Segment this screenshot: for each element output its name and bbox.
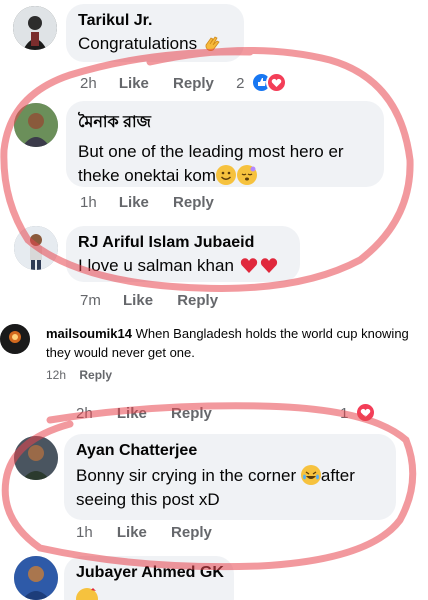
comment-bubble: Tarikul Jr. Congratulations [66, 4, 244, 62]
comment-time[interactable]: 2h [76, 405, 93, 422]
comment-time[interactable]: 2h [80, 75, 97, 92]
comment-text: When Bangladesh holds the world cup know… [132, 326, 409, 341]
comment-text: seeing this post xD [76, 490, 220, 509]
comment-time[interactable]: 1h [76, 524, 93, 541]
comment-text: after [320, 466, 355, 485]
comment-text: they would never get one. [46, 345, 195, 360]
avatar[interactable] [14, 436, 58, 480]
comment-author[interactable]: মৈনাক রাজ [78, 109, 372, 136]
like-button[interactable]: Like [119, 75, 149, 92]
smiling-face-icon [76, 588, 98, 600]
comment-text: I love u salman khan [78, 256, 234, 275]
heart-icon [354, 402, 376, 423]
reply-button[interactable]: Reply [79, 368, 112, 382]
comment-jubayer: Jubayer Ahmed GK [0, 552, 428, 600]
reply-button[interactable]: Reply [171, 524, 212, 541]
comment-text: Bonny sir crying in the corner [76, 466, 297, 485]
clapping-hands-icon [202, 33, 222, 60]
comment-author[interactable]: Jubayer Ahmed GK [76, 564, 224, 582]
comment-bubble: Jubayer Ahmed GK [64, 556, 234, 600]
avatar[interactable] [14, 226, 58, 270]
avatar[interactable] [14, 103, 58, 147]
comment-actions: 2h Like Reply 2 [80, 72, 287, 93]
comment-author[interactable]: mailsoumik14 [46, 326, 132, 341]
avatar[interactable] [13, 6, 57, 50]
comment-bubble: RJ Ariful Islam Jubaeid I love u salman … [66, 226, 300, 282]
reply-button[interactable]: Reply [173, 194, 214, 211]
comment-text: Congratulations [78, 34, 198, 53]
like-button[interactable]: Like [119, 194, 149, 211]
like-button[interactable]: Like [123, 292, 153, 309]
comment-author[interactable]: Tarikul Jr. [78, 12, 232, 30]
comment-actions: 7m Like Reply [80, 292, 218, 309]
comment-tarikul: Tarikul Jr. Congratulations 2h Like Repl… [0, 0, 428, 95]
avatar[interactable] [14, 556, 58, 600]
comment-actions: 12h Reply [46, 368, 112, 382]
comment-text: theke onektai kom [78, 166, 216, 185]
comment-time[interactable]: 12h [46, 368, 66, 382]
reply-button[interactable]: Reply [171, 405, 212, 422]
comment-bubble: Ayan Chatterjee Bonny sir crying in the … [64, 434, 396, 520]
comment-actions: 1h Like Reply [76, 524, 212, 541]
avatar[interactable] [0, 324, 30, 354]
heart-icon [259, 255, 279, 275]
like-button[interactable]: Like [117, 524, 147, 541]
comment-ayan: Ayan Chatterjee Bonny sir crying in the … [0, 430, 428, 550]
reaction-count[interactable]: 2 [236, 75, 244, 92]
comment-text: But one of the leading most hero er [78, 142, 344, 161]
comment-bubble: মৈনাক রাজ But one of the leading most he… [66, 101, 384, 187]
comment-author[interactable]: RJ Ariful Islam Jubaeid [78, 234, 288, 252]
starstruck-face-icon [236, 165, 257, 185]
reply-button[interactable]: Reply [173, 75, 214, 92]
reaction-count[interactable]: 1 [340, 405, 348, 422]
rofl-face-icon [300, 465, 321, 485]
comment-author[interactable]: Ayan Chatterjee [76, 442, 384, 460]
like-button[interactable]: Like [117, 405, 147, 422]
smiling-face-icon [215, 165, 236, 185]
comment-moinak: মৈনাক রাজ But one of the leading most he… [0, 95, 428, 215]
heart-icon [265, 72, 287, 93]
reply-button[interactable]: Reply [177, 292, 218, 309]
comment-actions: 2h Like Reply 1 [76, 402, 376, 423]
comment-ariful: RJ Ariful Islam Jubaeid I love u salman … [0, 222, 428, 314]
comment-time[interactable]: 7m [80, 292, 101, 309]
comment-time[interactable]: 1h [80, 194, 97, 211]
heart-icon [239, 255, 259, 275]
comment-actions: 1h Like Reply [80, 194, 214, 211]
